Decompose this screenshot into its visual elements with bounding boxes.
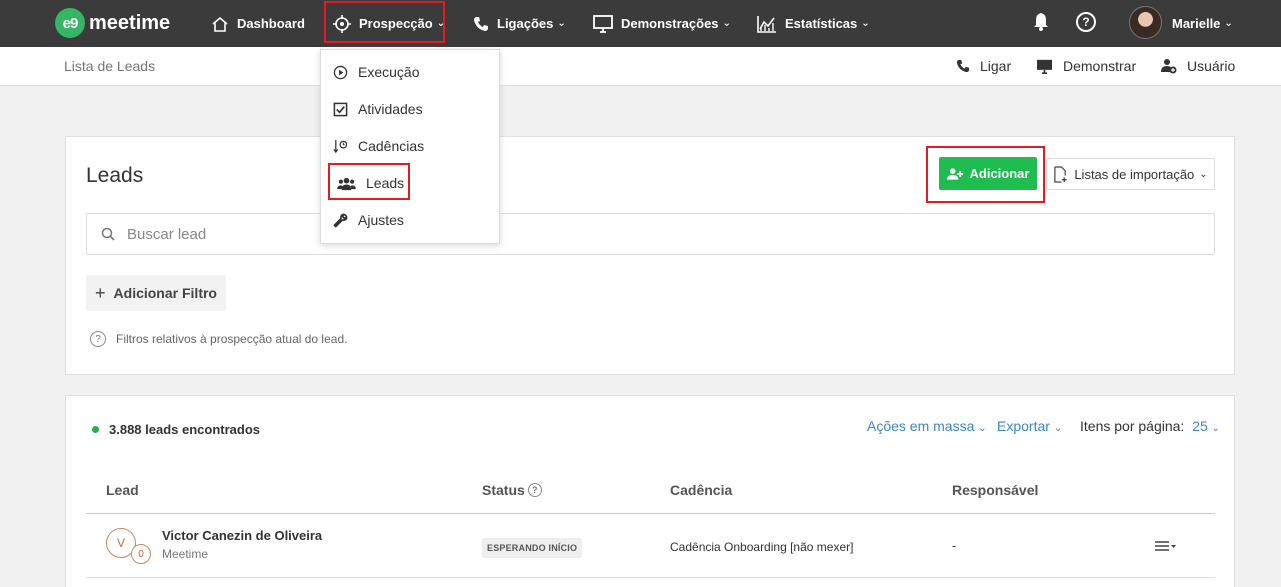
add-user-icon — [1161, 59, 1177, 74]
column-header-cadencia: Cadência — [670, 482, 732, 498]
per-page-select[interactable]: 25 ⌄ — [1192, 418, 1220, 434]
lead-cadence: Cadência Onboarding [não mexer] — [670, 540, 854, 554]
prospeccao-highlight-box — [324, 1, 445, 43]
chevron-down-icon: ⌄ — [861, 18, 870, 29]
import-lists-label: Listas de importação — [1074, 166, 1195, 182]
lead-name[interactable]: Victor Canezin de Oliveira — [162, 528, 322, 543]
ligar-label: Ligar — [980, 58, 1012, 74]
top-navbar: e9 meetime Dashboard Prospecção ⌄ Ligaçõ… — [0, 0, 1281, 47]
leads-filter-card: Leads Adicionar Listas de importação ⌄ +… — [65, 136, 1235, 375]
nav-dashboard-label: Dashboard — [237, 16, 305, 31]
logo-badge: e9 — [55, 8, 85, 38]
prospeccao-dropdown: Execução Atividades Cadências Leads Ajus… — [320, 49, 500, 244]
add-filter-button[interactable]: + Adicionar Filtro — [86, 275, 226, 311]
page-title: Leads — [86, 164, 144, 187]
filter-note-text: Filtros relativos à prospecção atual do … — [116, 332, 348, 346]
nav-demonstracoes-label: Demonstrações — [621, 16, 719, 31]
usuario-label: Usuário — [1187, 58, 1236, 74]
filter-note: ? Filtros relativos à prospecção atual d… — [90, 331, 347, 347]
items-per-page: Itens por página: 25 ⌄ — [1080, 418, 1220, 434]
chart-icon — [757, 15, 776, 33]
results-count: 3.888 leads encontrados — [92, 422, 260, 437]
add-file-icon — [1054, 165, 1067, 183]
question-icon[interactable]: ? — [527, 483, 542, 497]
column-header-responsavel: Responsável — [952, 482, 1038, 498]
phone-icon — [956, 59, 970, 73]
column-label: Responsável — [952, 482, 1039, 498]
user-menu[interactable]: Marielle ⌄ — [1172, 0, 1233, 47]
chevron-down-icon: ⌄ — [722, 18, 731, 29]
nav-ligacoes[interactable]: Ligações ⌄ — [473, 0, 566, 47]
nav-ligacoes-label: Ligações — [497, 16, 554, 31]
meetime-logo[interactable]: e9 meetime — [55, 8, 170, 38]
export-label: Exportar — [997, 418, 1050, 434]
bulk-actions-dropdown[interactable]: Ações em massa ⌄ — [867, 418, 987, 434]
nav-estatisticas[interactable]: Estatísticas ⌄ — [757, 0, 870, 47]
question-icon: ? — [90, 331, 106, 347]
chevron-down-icon: ⌄ — [978, 423, 987, 434]
status-badge: ESPERANDO INÍCIO — [482, 538, 583, 558]
home-icon — [212, 16, 228, 32]
user-name-label: Marielle — [1172, 16, 1221, 31]
user-avatar[interactable] — [1129, 6, 1162, 39]
lead-owner: - — [952, 538, 957, 553]
column-header-status: Status ? — [482, 482, 542, 498]
usuario-action[interactable]: Usuário — [1161, 47, 1235, 85]
add-button-highlight-box — [926, 146, 1045, 203]
demonstrar-action[interactable]: Demonstrar — [1036, 47, 1136, 85]
column-label: Cadência — [670, 482, 733, 498]
results-count-text: 3.888 leads encontrados — [109, 422, 261, 437]
chevron-down-icon: ⌄ — [1053, 423, 1063, 434]
subheader-bar: Lista de Leads Ligar Demonstrar Usuário — [0, 47, 1281, 86]
per-page-label: Itens por página: — [1080, 418, 1185, 434]
nav-demonstracoes[interactable]: Demonstrações ⌄ — [593, 0, 731, 47]
search-lead-field[interactable] — [86, 213, 1215, 255]
menu-item-ajustes[interactable]: Ajustes — [333, 210, 404, 230]
nav-estatisticas-label: Estatísticas — [785, 16, 858, 31]
bell-icon[interactable] — [1032, 12, 1050, 32]
table-row[interactable]: V 0 Victor Canezin de Oliveira Meetime E… — [86, 514, 1215, 578]
nav-dashboard[interactable]: Dashboard — [211, 0, 305, 47]
search-icon — [101, 227, 115, 241]
menu-item-cadencias[interactable]: Cadências — [333, 136, 424, 156]
help-icon[interactable]: ? — [1076, 12, 1096, 32]
menu-item-execucao[interactable]: Execução — [333, 62, 419, 82]
search-input[interactable] — [127, 225, 1027, 243]
column-label: Lead — [106, 482, 139, 498]
export-dropdown[interactable]: Exportar ⌄ — [997, 418, 1062, 434]
per-page-value: 25 — [1192, 418, 1208, 434]
lead-count-badge: 0 — [131, 544, 151, 564]
cadence-icon — [333, 139, 348, 153]
monitor-icon — [1037, 59, 1052, 74]
leads-results-card: 3.888 leads encontrados Ações em massa ⌄… — [65, 395, 1235, 587]
bulk-actions-label: Ações em massa — [867, 418, 975, 434]
column-label: Status — [482, 482, 525, 498]
column-header-lead: Lead — [106, 482, 139, 498]
menu-item-label: Execução — [358, 64, 420, 80]
chevron-down-icon: ⌄ — [1199, 168, 1208, 180]
logo-text: meetime — [89, 11, 171, 34]
menu-item-label: Cadências — [358, 138, 425, 154]
row-menu-icon[interactable] — [1154, 540, 1178, 552]
menu-item-label: Atividades — [358, 101, 423, 117]
breadcrumb: Lista de Leads — [64, 58, 156, 74]
chevron-down-icon: ⌄ — [1211, 423, 1221, 434]
chevron-down-icon: ⌄ — [557, 18, 566, 29]
wrench-icon — [333, 212, 348, 228]
ligar-action[interactable]: Ligar — [956, 47, 1011, 85]
lead-company: Meetime — [162, 547, 209, 561]
add-filter-label: Adicionar Filtro — [113, 285, 217, 301]
checkbox-icon — [333, 102, 348, 116]
monitor-icon — [593, 14, 613, 33]
leads-highlight-box — [328, 163, 410, 200]
import-lists-button[interactable]: Listas de importação ⌄ — [1046, 158, 1215, 190]
phone-icon — [474, 16, 488, 31]
menu-item-label: Ajustes — [358, 212, 404, 228]
demonstrar-label: Demonstrar — [1063, 58, 1137, 74]
chevron-down-icon: ⌄ — [1224, 18, 1233, 29]
play-circle-icon — [333, 65, 348, 79]
menu-item-atividades[interactable]: Atividades — [333, 99, 423, 119]
plus-icon: + — [95, 282, 106, 303]
status-dot-icon — [92, 426, 99, 433]
